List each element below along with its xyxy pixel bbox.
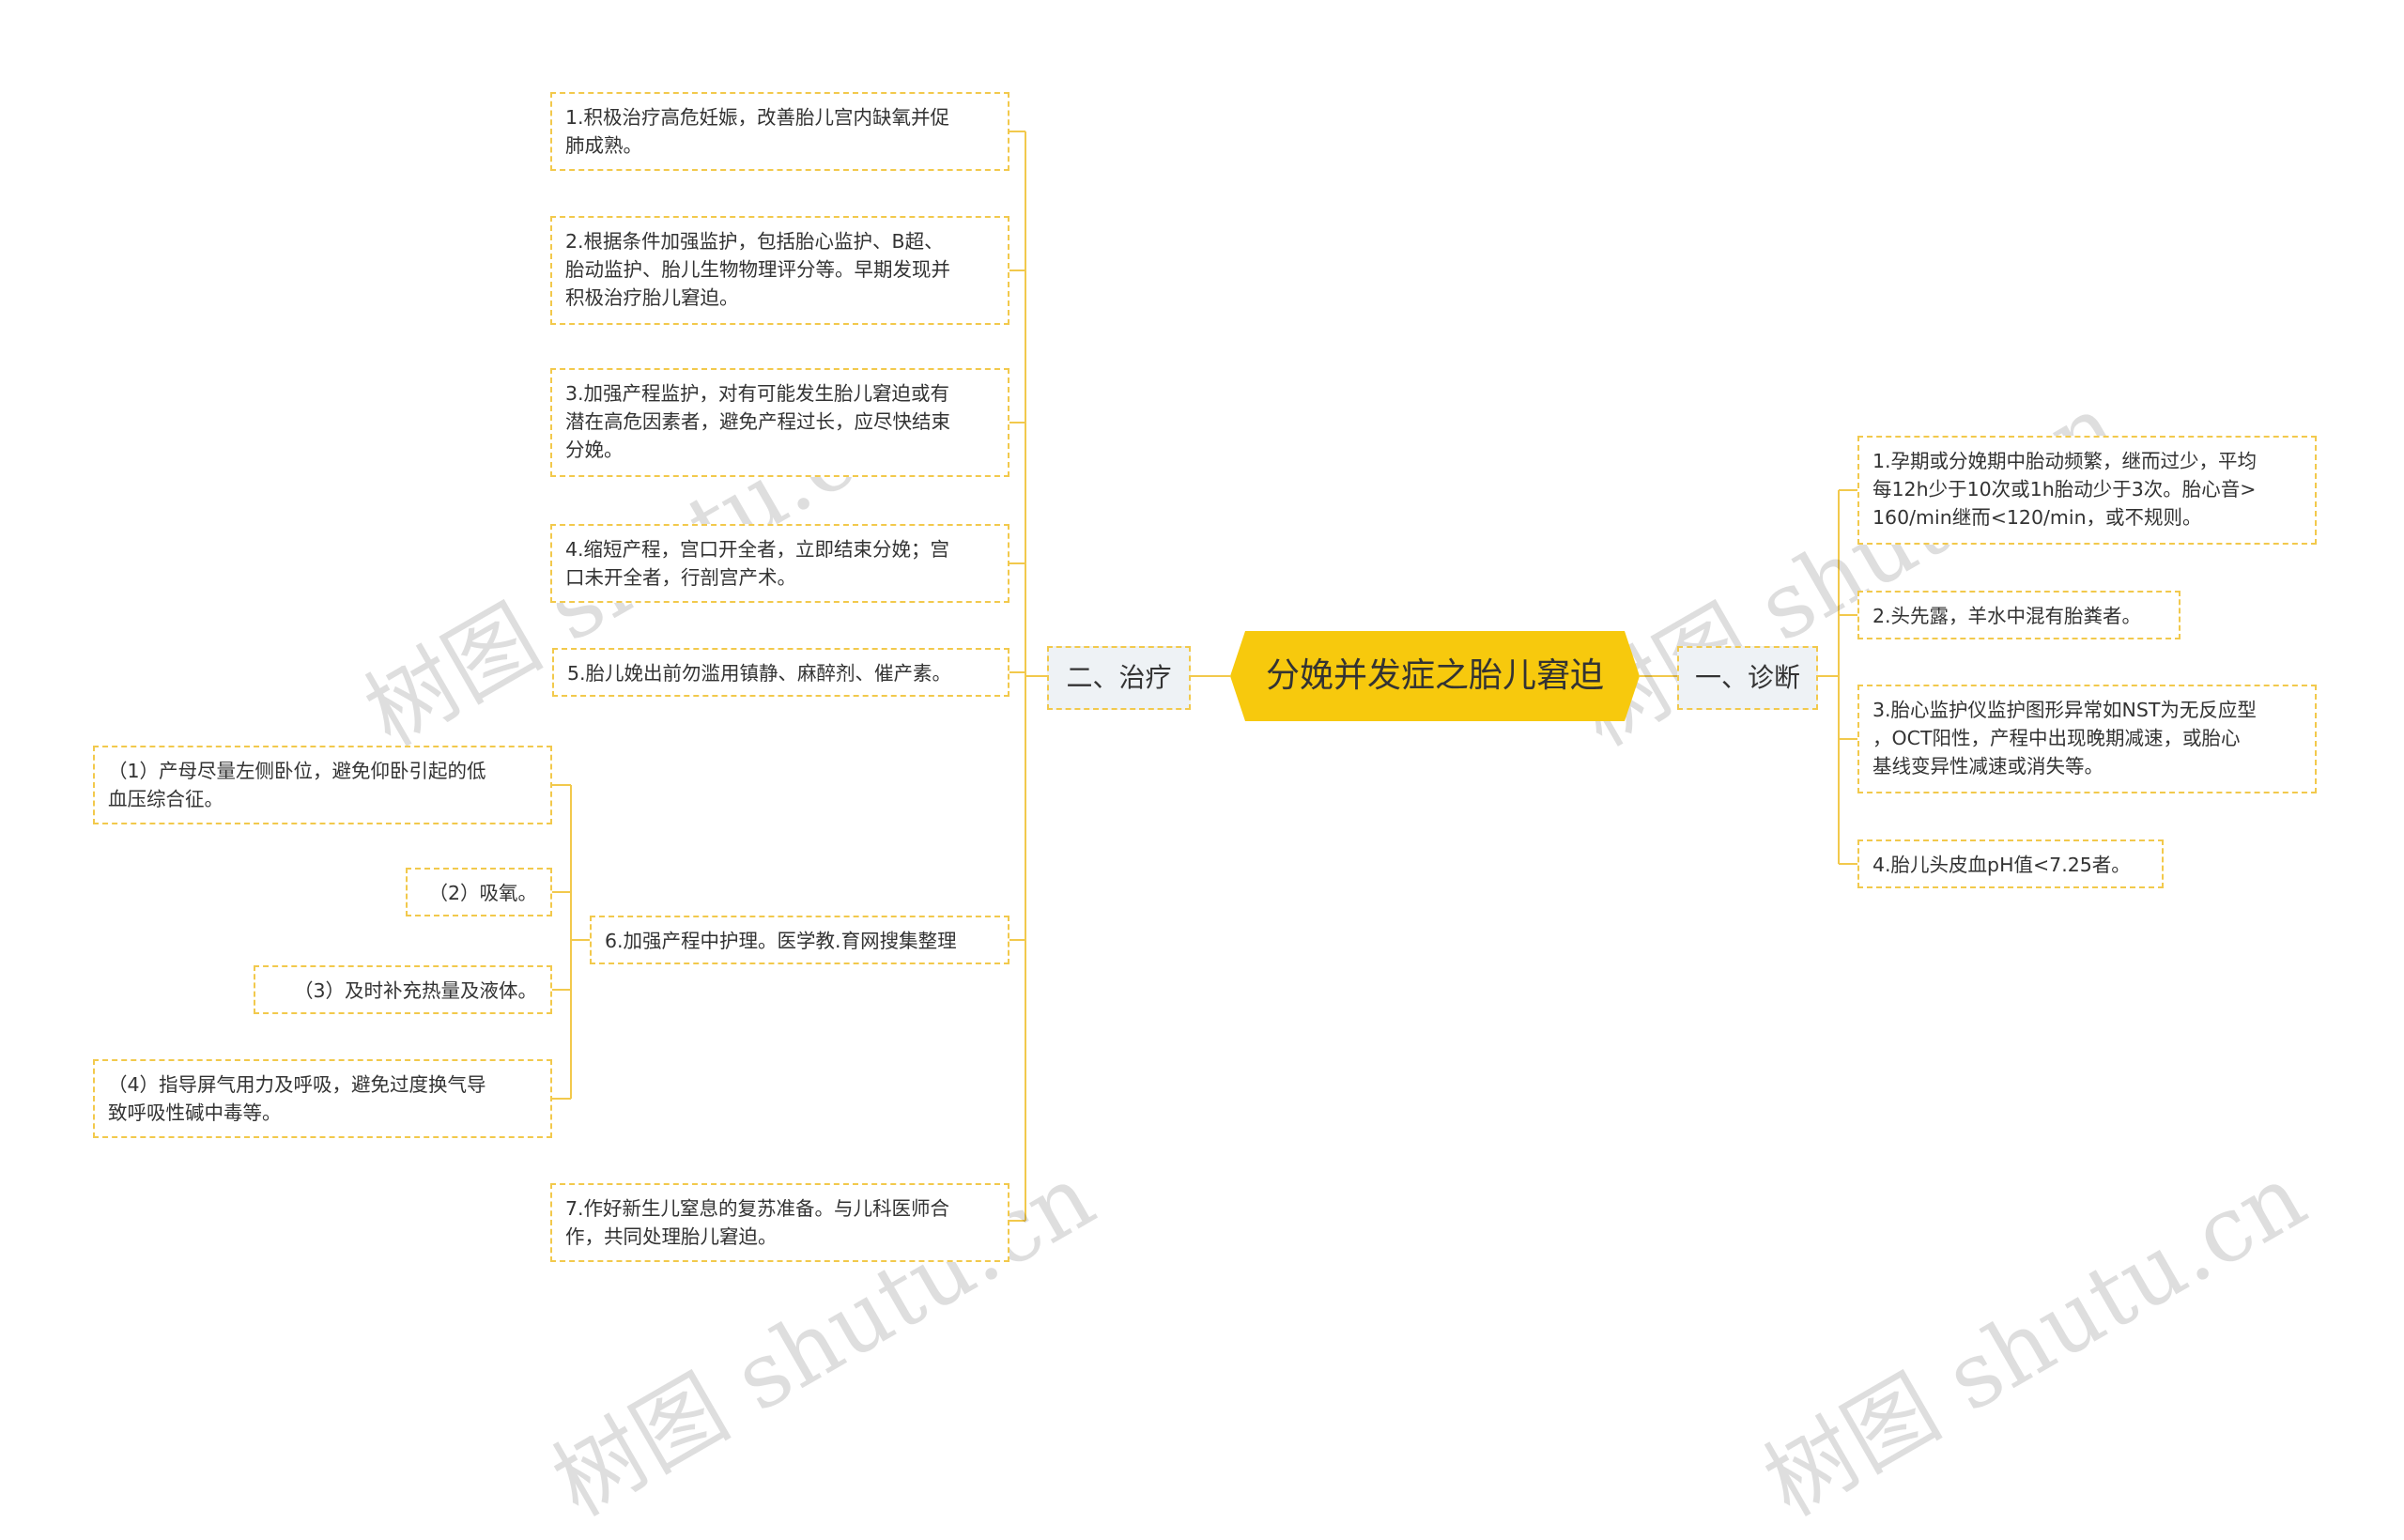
nursing-subitem-2[interactable]: （2）吸氧。	[406, 868, 552, 916]
treatment-item-2[interactable]: 2.根据条件加强监护，包括胎心监护、B超、 胎动监护、胎儿生物物理评分等。早期发…	[550, 216, 1009, 325]
diagnosis-item-1[interactable]: 1.孕期或分娩期中胎动频繁，继而过少，平均 每12h少于10次或1h胎动少于3次…	[1857, 436, 2317, 545]
branch-treatment[interactable]: 二、治疗	[1047, 646, 1191, 710]
root-label: 分娩并发症之胎儿窘迫	[1265, 656, 1604, 695]
root-topic[interactable]: 分娩并发症之胎儿窘迫	[1230, 631, 1640, 721]
diagnosis-item-text: 3.胎心监护仪监护图形异常如NST为无反应型 ，OCT阳性，产程中出现晚期减速，…	[1872, 699, 2257, 778]
diagnosis-item-text: 1.孕期或分娩期中胎动频繁，继而过少，平均 每12h少于10次或1h胎动少于3次…	[1872, 450, 2258, 529]
nursing-subitem-text: （1）产母尽量左侧卧位，避免仰卧引起的低 血压综合征。	[108, 760, 486, 810]
treatment-item-3[interactable]: 3.加强产程监护，对有可能发生胎儿窘迫或有 潜在高危因素者，避免产程过长，应尽快…	[550, 368, 1009, 477]
nursing-subitem-text: （2）吸氧。	[428, 882, 537, 904]
branch-diagnosis-label: 一、诊断	[1694, 662, 1800, 693]
treatment-item-text: 2.根据条件加强监护，包括胎心监护、B超、 胎动监护、胎儿生物物理评分等。早期发…	[565, 230, 950, 309]
treatment-item-text: 6.加强产程中护理。医学教.育网搜集整理	[605, 930, 957, 952]
branch-treatment-label: 二、治疗	[1066, 662, 1172, 693]
nursing-subitem-text: （3）及时补充热量及液体。	[293, 979, 537, 1002]
treatment-item-text: 3.加强产程监护，对有可能发生胎儿窘迫或有 潜在高危因素者，避免产程过长，应尽快…	[565, 382, 950, 461]
nursing-subitem-1[interactable]: （1）产母尽量左侧卧位，避免仰卧引起的低 血压综合征。	[93, 746, 552, 824]
treatment-item-1[interactable]: 1.积极治疗高危妊娠，改善胎儿宫内缺氧并促 肺成熟。	[550, 92, 1009, 171]
diagnosis-item-text: 4.胎儿头皮血pH值<7.25者。	[1872, 854, 2131, 876]
treatment-item-text: 4.缩短产程，宫口开全者，立即结束分娩；宫 口未开全者，行剖宫产术。	[565, 538, 950, 589]
connector-lines	[552, 131, 1857, 1222]
diagnosis-item-text: 2.头先露，羊水中混有胎粪者。	[1872, 605, 2142, 627]
nursing-subitem-3[interactable]: （3）及时补充热量及液体。	[254, 965, 552, 1014]
branch-diagnosis[interactable]: 一、诊断	[1677, 646, 1818, 710]
treatment-item-6[interactable]: 6.加强产程中护理。医学教.育网搜集整理	[590, 916, 1009, 964]
diagnosis-item-2[interactable]: 2.头先露，羊水中混有胎粪者。	[1857, 591, 2181, 639]
treatment-item-4[interactable]: 4.缩短产程，宫口开全者，立即结束分娩；宫 口未开全者，行剖宫产术。	[550, 524, 1009, 603]
treatment-item-5[interactable]: 5.胎儿娩出前勿滥用镇静、麻醉剂、催产素。	[552, 648, 1009, 697]
nursing-subitem-4[interactable]: （4）指导屏气用力及呼吸，避免过度换气导 致呼吸性碱中毒等。	[93, 1059, 552, 1138]
nursing-subitem-text: （4）指导屏气用力及呼吸，避免过度换气导 致呼吸性碱中毒等。	[108, 1073, 486, 1124]
treatment-item-text: 5.胎儿娩出前勿滥用镇静、麻醉剂、催产素。	[567, 662, 952, 685]
treatment-item-text: 1.积极治疗高危妊娠，改善胎儿宫内缺氧并促 肺成熟。	[565, 106, 950, 157]
diagnosis-item-4[interactable]: 4.胎儿头皮血pH值<7.25者。	[1857, 839, 2164, 888]
treatment-item-text: 7.作好新生儿窒息的复苏准备。与儿科医师合 作，共同处理胎儿窘迫。	[565, 1197, 950, 1248]
treatment-item-7[interactable]: 7.作好新生儿窒息的复苏准备。与儿科医师合 作，共同处理胎儿窘迫。	[550, 1183, 1009, 1262]
diagnosis-item-3[interactable]: 3.胎心监护仪监护图形异常如NST为无反应型 ，OCT阳性，产程中出现晚期减速，…	[1857, 685, 2317, 793]
